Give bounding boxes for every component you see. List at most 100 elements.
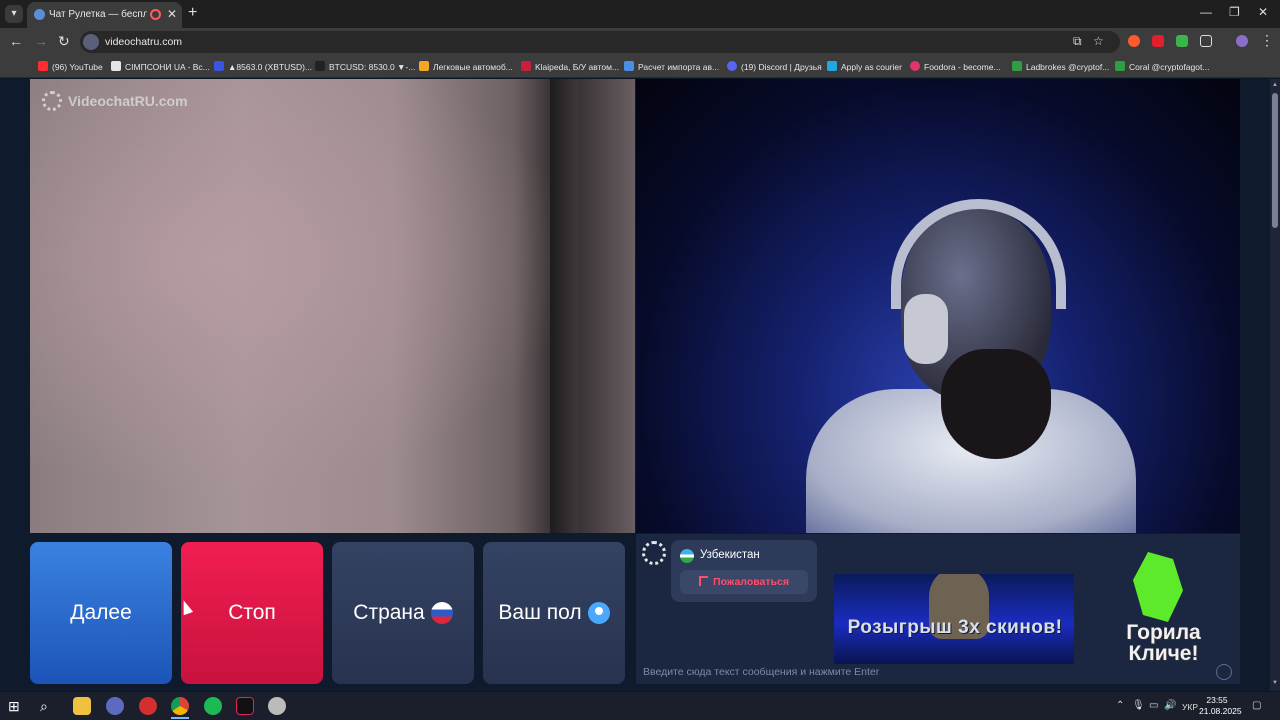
bookmarks-bar: ▦ (96) YouTube СІМПСОНИ UA - Вс... ▲8563…: [0, 56, 1280, 126]
bookmark-favicon-icon: [827, 61, 837, 71]
install-app-icon[interactable]: ⧉: [1073, 34, 1082, 49]
report-flag-icon: [699, 576, 709, 586]
address-bar[interactable]: videochatru.com ⧉ ☆: [80, 31, 1120, 53]
profile-avatar-icon[interactable]: [1236, 35, 1248, 47]
volume-icon[interactable]: 🔊: [1164, 700, 1176, 711]
close-tab-icon[interactable]: ✕: [167, 7, 177, 21]
bookmark-item[interactable]: (19) Discord | Друзья: [727, 61, 822, 74]
site-favicon-icon: [34, 9, 45, 20]
file-explorer-icon[interactable]: [73, 697, 91, 715]
headphones-icon: [891, 199, 1066, 309]
network-icon[interactable]: ▭: [1149, 700, 1158, 711]
close-window-button[interactable]: ✕: [1258, 5, 1268, 19]
url-text: videochatru.com: [105, 36, 183, 48]
chat-panel: Узбекистан Пожаловаться Розыгрыш 3х скин…: [636, 534, 1240, 684]
clock-date: 21.08.2025: [1199, 706, 1242, 716]
bookmark-item[interactable]: BTCUSD: 8530.0 ▼-...: [315, 61, 415, 74]
bookmark-item[interactable]: Coral @cryptofagot...: [1115, 61, 1209, 74]
chat-input-placeholder: Введите сюда текст сообщения и нажмите E…: [643, 666, 880, 678]
chrome-icon[interactable]: [171, 697, 189, 715]
bookmark-item[interactable]: Легковые автомоб...: [419, 61, 513, 74]
app-red-icon[interactable]: [139, 697, 157, 715]
bookmark-item[interactable]: Расчет импорта ав...: [624, 61, 719, 74]
bookmark-label: (19) Discord | Друзья: [741, 62, 822, 72]
extension-fire-icon[interactable]: [1128, 35, 1140, 47]
tab-search-button[interactable]: ▾: [5, 5, 23, 23]
bookmark-item[interactable]: СІМПСОНИ UA - Вс...: [111, 61, 210, 74]
active-app-indicator: [171, 717, 189, 719]
emoji-icon[interactable]: [1216, 664, 1232, 680]
gender-label: Ваш пол: [498, 601, 582, 624]
browser-tab-bar: ▾ Чат Рулетка — бесплатный ✕ + — ❐ ✕: [0, 0, 1280, 28]
chat-logo-icon: [642, 541, 666, 565]
bookmark-label: (96) YouTube: [52, 62, 103, 72]
bookmark-favicon-icon: [727, 61, 737, 71]
bookmark-label: Apply as courier: [841, 62, 902, 72]
tray-chevron-icon[interactable]: ⌃: [1116, 700, 1124, 711]
stop-button[interactable]: Стоп: [181, 542, 323, 684]
back-button[interactable]: ←: [9, 33, 23, 49]
new-tab-button[interactable]: +: [188, 4, 197, 22]
partner-video: VideochatRU.com: [30, 79, 635, 533]
next-button[interactable]: Далее: [30, 542, 172, 684]
tab-title: Чат Рулетка — бесплатный: [49, 9, 147, 20]
uzbekistan-flag-icon: [680, 549, 694, 563]
ad-banner-gorila[interactable]: Горила Кличе!: [1091, 552, 1236, 672]
extension-youtube-icon[interactable]: [1152, 35, 1164, 47]
next-label: Далее: [70, 601, 132, 624]
recording-icon: [150, 9, 161, 20]
restore-button[interactable]: ❐: [1229, 5, 1240, 19]
taskbar-clock[interactable]: 23:55 21.08.2025: [1199, 695, 1242, 717]
bookmark-item[interactable]: ▲8563.0 (XBTUSD)...: [214, 61, 312, 74]
chat-message-input[interactable]: Введите сюда текст сообщения и нажмите E…: [636, 661, 1240, 684]
bookmark-star-icon[interactable]: ☆: [1093, 34, 1104, 48]
bookmark-item[interactable]: Klaipeda, Б/У автом...: [521, 61, 619, 74]
bookmark-favicon-icon: [214, 61, 224, 71]
app-icon[interactable]: [106, 697, 124, 715]
headphone-earcup: [904, 294, 948, 364]
videochat-page: VideochatRU.com Далее Стоп Страна Ваш по…: [0, 79, 1280, 691]
reload-button[interactable]: ↻: [58, 33, 70, 50]
page-scrollbar[interactable]: ▲ ▼: [1270, 79, 1280, 691]
logo-text: VideochatRU.com: [68, 93, 188, 109]
country-button[interactable]: Страна: [332, 542, 474, 684]
site-info-icon[interactable]: [83, 34, 99, 50]
browser-tab[interactable]: Чат Рулетка — бесплатный ✕: [27, 2, 182, 28]
app-grey-icon[interactable]: [268, 697, 286, 715]
scroll-thumb[interactable]: [1272, 93, 1278, 228]
report-button[interactable]: Пожаловаться: [680, 570, 808, 594]
extensions-puzzle-icon[interactable]: [1200, 35, 1212, 47]
ad-gorila-text: Горила Кличе!: [1126, 621, 1201, 665]
gender-button[interactable]: Ваш пол: [483, 542, 625, 684]
browser-menu-icon[interactable]: ⋮: [1260, 32, 1274, 49]
bookmark-item[interactable]: Apply as courier: [827, 61, 902, 74]
notifications-icon[interactable]: ▢: [1252, 700, 1261, 711]
bookmark-label: Klaipeda, Б/У автом...: [535, 62, 620, 72]
browser-toolbar: ← → ↻ videochatru.com ⧉ ☆ ⋮: [0, 28, 1280, 56]
partner-info-card: Узбекистан Пожаловаться: [671, 540, 817, 602]
scroll-up-icon[interactable]: ▲: [1272, 82, 1278, 88]
tiktok-icon[interactable]: [236, 697, 254, 715]
ad-banner-giveaway[interactable]: Розыгрыш 3х скинов!: [834, 574, 1074, 664]
bookmark-favicon-icon: [624, 61, 634, 71]
bookmark-item[interactable]: Foodora - become...: [910, 61, 1001, 74]
bookmark-item[interactable]: Ladbrokes @cryptof...: [1012, 61, 1109, 74]
language-indicator[interactable]: УКР: [1182, 702, 1198, 712]
video-background: [550, 79, 578, 533]
bookmark-label: ▲8563.0 (XBTUSD)...: [228, 62, 312, 72]
scroll-down-icon[interactable]: ▼: [1272, 680, 1278, 686]
windows-start-icon[interactable]: ⊞: [8, 697, 26, 715]
bookmark-favicon-icon: [38, 61, 48, 71]
bookmark-favicon-icon: [315, 61, 325, 71]
spotify-icon[interactable]: [204, 697, 222, 715]
windows-taskbar: ⊞ ⌕ ⌃ 🎙 ▭ 🔊 УКР 23:55 21.08.2025 ▢: [0, 692, 1280, 720]
bookmark-label: Расчет импорта ав...: [638, 62, 720, 72]
bookmark-item[interactable]: (96) YouTube: [38, 61, 103, 74]
minimize-button[interactable]: —: [1200, 5, 1212, 19]
partner-country: Узбекистан: [700, 549, 760, 561]
search-icon[interactable]: ⌕: [40, 697, 58, 715]
report-label: Пожаловаться: [713, 576, 789, 588]
microphone-icon[interactable]: 🎙: [1132, 700, 1145, 711]
forward-button[interactable]: →: [34, 33, 48, 49]
extension-shield-icon[interactable]: [1176, 35, 1188, 47]
